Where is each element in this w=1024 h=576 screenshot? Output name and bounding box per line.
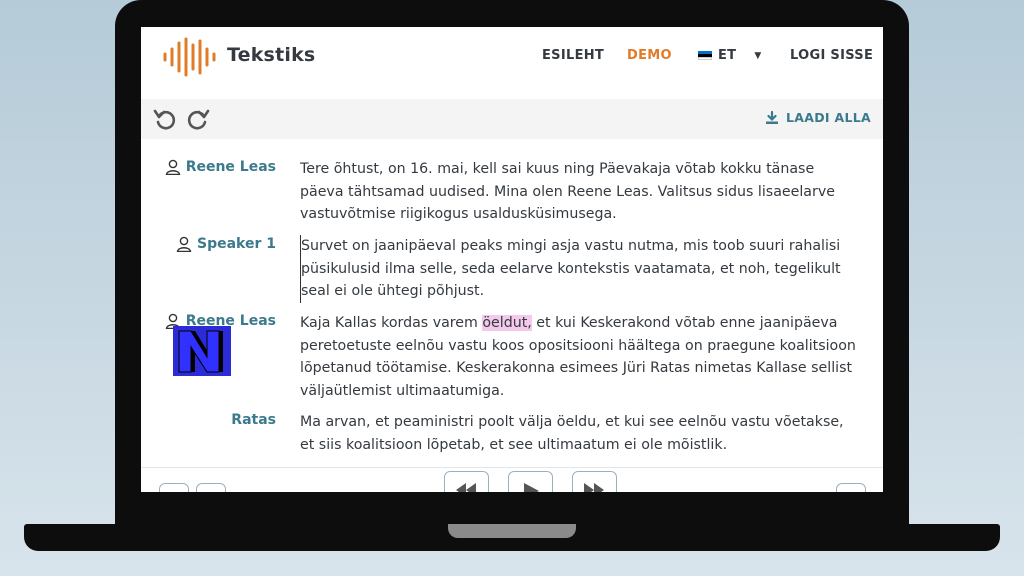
play-icon <box>524 483 539 492</box>
undo-icon[interactable] <box>153 107 177 131</box>
audio-player-bar <box>141 467 883 492</box>
nav-home-link[interactable]: ESILEHT <box>542 48 604 63</box>
app-header: Tekstiks ESILEHT DEMO ET ▼ LOGI SISSE <box>141 27 883 99</box>
settings-button[interactable] <box>836 483 866 492</box>
language-selector[interactable]: ET ▼ <box>698 48 762 63</box>
app-screen: Tekstiks ESILEHT DEMO ET ▼ LOGI SISSE LA… <box>141 27 883 492</box>
speed-button[interactable] <box>159 483 189 492</box>
download-icon <box>766 110 779 124</box>
user-icon <box>176 236 192 252</box>
n-overlay-logo <box>173 326 231 376</box>
nav-demo-link[interactable]: DEMO <box>627 48 672 63</box>
rewind-button[interactable] <box>444 471 489 492</box>
editor-toolbar: LAADI ALLA <box>141 99 883 139</box>
app-title[interactable]: Tekstiks <box>227 44 315 66</box>
redo-icon[interactable] <box>186 107 210 131</box>
user-icon <box>165 159 180 175</box>
segment-text[interactable]: Kaja Kallas kordas varem öeldut, et kui … <box>300 312 860 402</box>
highlighted-word[interactable]: öeldut, <box>482 315 532 331</box>
estonian-flag-icon <box>698 50 712 61</box>
speaker-name: Ratas <box>231 412 276 428</box>
rewind-icon <box>456 483 476 492</box>
nav-login-link[interactable]: LOGI SISSE <box>790 48 873 63</box>
segment-text[interactable]: Tere õhtust, on 16. mai, kell sai kuus n… <box>300 158 860 226</box>
download-button[interactable]: LAADI ALLA <box>765 110 871 125</box>
segment-text-part: Kaja Kallas kordas varem <box>300 315 483 331</box>
speaker-label[interactable]: Speaker 1 <box>176 236 276 252</box>
laptop-notch <box>448 524 576 538</box>
speaker-name: Reene Leas <box>185 159 276 175</box>
play-button[interactable] <box>508 471 553 492</box>
segment-text[interactable]: Ma arvan, et peaministri poolt välja öel… <box>300 411 860 456</box>
speaker-label[interactable]: Reene Leas <box>165 159 276 175</box>
transcript-area: Reene Leas Tere õhtust, on 16. mai, kell… <box>141 139 883 467</box>
soundwave-logo-icon[interactable] <box>162 37 218 77</box>
fast-forward-icon <box>584 483 604 492</box>
forward-button[interactable] <box>572 471 617 492</box>
download-label: LAADI ALLA <box>786 110 871 125</box>
speaker-label[interactable]: Ratas <box>231 412 276 428</box>
volume-button[interactable] <box>196 483 226 492</box>
segment-text[interactable]: Survet on jaanipäeval peaks mingi asja v… <box>300 235 860 303</box>
language-label: ET <box>718 48 737 63</box>
speaker-name: Speaker 1 <box>197 236 276 252</box>
chevron-down-icon: ▼ <box>754 50 762 61</box>
